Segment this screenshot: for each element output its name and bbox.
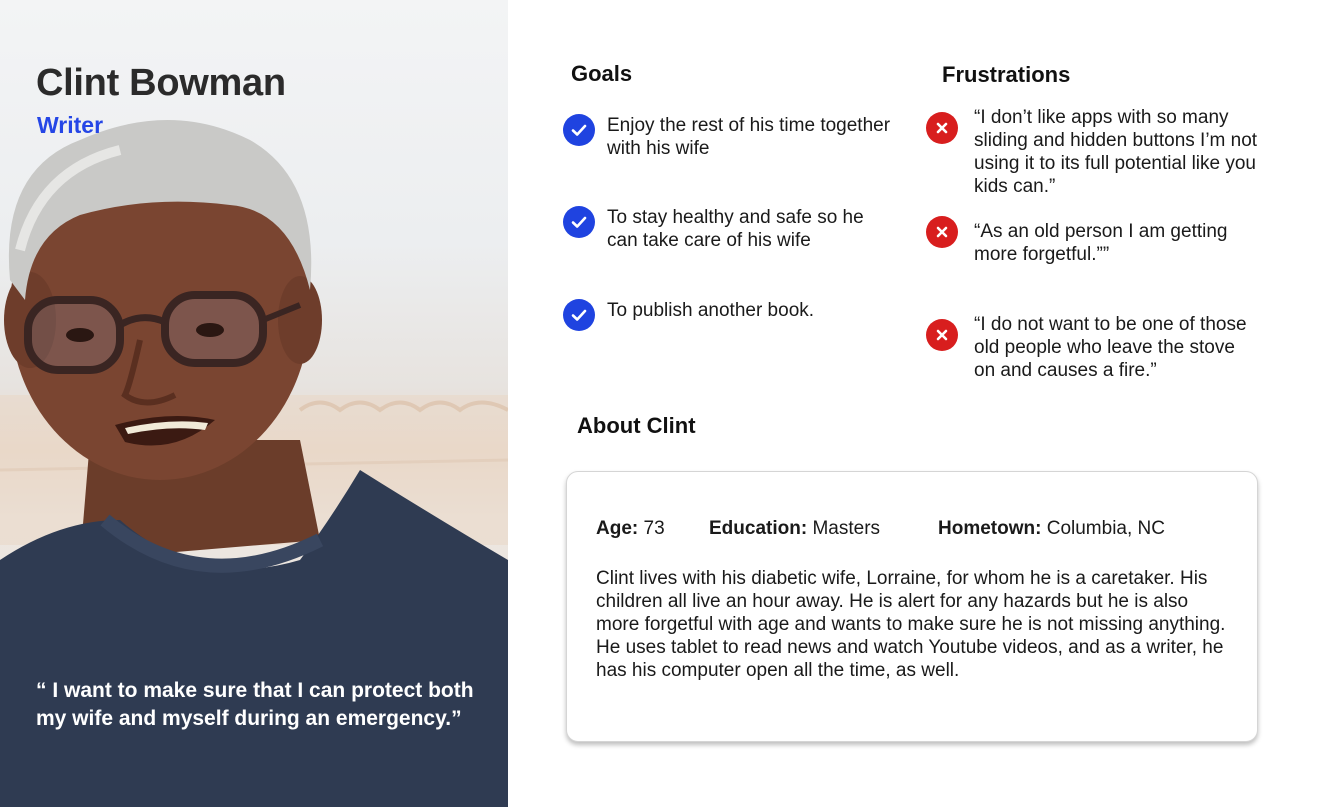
hometown-label: Hometown: bbox=[938, 518, 1042, 539]
check-circle-icon bbox=[563, 114, 595, 146]
education-value: Masters bbox=[812, 518, 881, 539]
about-title: About Clint bbox=[577, 413, 696, 438]
goal-text: To publish another book. bbox=[607, 300, 815, 321]
frustration-item: “I do not want to be one of those old pe… bbox=[926, 313, 1266, 382]
frustration-text: “I do not want to be one of those old pe… bbox=[974, 314, 1247, 381]
goal-text: To stay healthy and safe so he can take … bbox=[607, 207, 864, 251]
frustration-item: “As an old person I am getting more forg… bbox=[926, 216, 1266, 266]
education-label: Education: bbox=[709, 518, 808, 539]
goal-item: To stay healthy and safe so he can take … bbox=[563, 206, 913, 252]
check-circle-icon bbox=[563, 206, 595, 238]
persona-name: Clint Bowman bbox=[36, 62, 286, 104]
frustrations-title: Frustrations bbox=[942, 62, 1071, 87]
frustration-text: “As an old person I am getting more forg… bbox=[974, 221, 1228, 265]
goal-item: Enjoy the rest of his time together with… bbox=[563, 114, 913, 160]
goals-title: Goals bbox=[571, 61, 633, 86]
age-label: Age: bbox=[596, 518, 639, 539]
frustration-item: “I don’t like apps with so many sliding … bbox=[926, 106, 1266, 198]
about-card: Age: 73 Education: Masters Hometown: Col… bbox=[566, 471, 1258, 742]
frustration-text: “I don’t like apps with so many sliding … bbox=[974, 107, 1258, 197]
x-circle-icon bbox=[926, 216, 958, 248]
goal-text: Enjoy the rest of his time together with… bbox=[607, 115, 891, 159]
persona-quote: “ I want to make sure that I can protect… bbox=[36, 679, 474, 730]
goal-item: To publish another book. bbox=[563, 299, 913, 331]
age-value: 73 bbox=[643, 518, 665, 539]
persona-photo-panel: Clint Bowman Writer “ I want to make sur… bbox=[0, 0, 508, 807]
education-fact: Education: Masters bbox=[709, 518, 880, 540]
persona-role: Writer bbox=[37, 112, 104, 138]
x-circle-icon bbox=[926, 112, 958, 144]
hometown-fact: Hometown: Columbia, NC bbox=[938, 518, 1165, 540]
about-description: Clint lives with his diabetic wife, Lorr… bbox=[596, 568, 1226, 681]
x-circle-icon bbox=[926, 319, 958, 351]
hometown-value: Columbia, NC bbox=[1046, 518, 1165, 539]
check-circle-icon bbox=[563, 299, 595, 331]
age-fact: Age: 73 bbox=[596, 518, 665, 540]
